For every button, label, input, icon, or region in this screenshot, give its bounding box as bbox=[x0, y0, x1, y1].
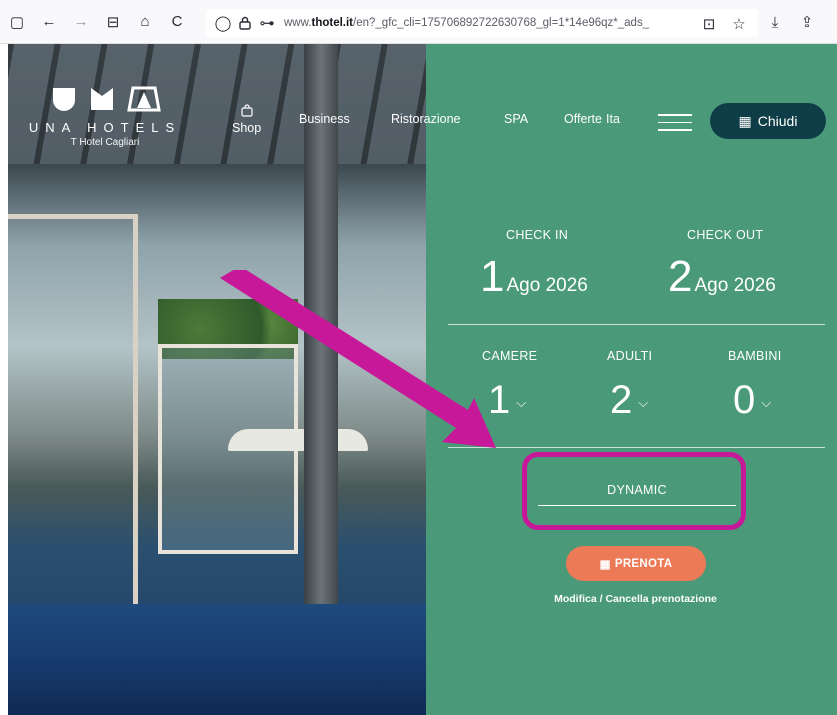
chevron-down-icon: ⌵ bbox=[516, 395, 527, 410]
logo-name: UNA HOTELS bbox=[28, 120, 182, 135]
una-logo-icon bbox=[53, 86, 161, 112]
permissions-icon[interactable]: ⊶ bbox=[256, 12, 278, 34]
check-out-day: 2 bbox=[668, 252, 693, 301]
reader-view-icon[interactable]: ⊟ bbox=[102, 11, 124, 33]
divider-guests bbox=[448, 447, 825, 448]
rooms-value: 1 bbox=[488, 378, 511, 422]
rooms-label: CAMERE bbox=[482, 349, 538, 363]
check-in-date[interactable]: 1 Ago 2026 bbox=[480, 255, 588, 299]
hotel-logo[interactable]: UNA HOTELS T Hotel Cagliari bbox=[20, 86, 190, 148]
nav-ristorazione[interactable]: Ristorazione bbox=[391, 112, 460, 126]
bookmark-star-icon[interactable]: ☆ bbox=[728, 13, 750, 35]
calendar-icon: ▦ bbox=[599, 558, 611, 571]
check-out-label: CHECK OUT bbox=[687, 228, 764, 242]
adults-value: 2 bbox=[610, 378, 633, 422]
close-button[interactable]: ▦ Chiudi bbox=[710, 103, 826, 139]
nav-spa[interactable]: SPA bbox=[504, 112, 528, 126]
check-in-day: 1 bbox=[480, 252, 505, 301]
nav-offerte[interactable]: Offerte bbox=[564, 112, 602, 126]
home-icon[interactable]: ⌂ bbox=[134, 11, 156, 33]
shopping-bag-icon bbox=[232, 104, 261, 120]
nav-business[interactable]: Business bbox=[299, 112, 350, 126]
share-icon[interactable]: ⇪ bbox=[796, 11, 818, 33]
chevron-down-icon: ⌵ bbox=[761, 395, 772, 410]
save-page-icon[interactable]: ⊡ bbox=[698, 13, 720, 35]
address-bar[interactable]: ◯ ⊶ www.thotel.it/en?_gfc_cli=1757068927… bbox=[206, 9, 758, 37]
check-out-month: Ago 2026 bbox=[694, 275, 776, 296]
nav-shop-label: Shop bbox=[232, 121, 262, 135]
children-select[interactable]: 0 ⌵ bbox=[733, 380, 771, 420]
hero-pillar bbox=[304, 44, 338, 604]
reload-icon[interactable]: C bbox=[166, 11, 188, 33]
sidebar-icon[interactable]: ▢ bbox=[6, 11, 28, 33]
hero-frame bbox=[8, 214, 138, 634]
url-text[interactable]: www.thotel.it/en?_gfc_cli=17570689272263… bbox=[284, 17, 684, 29]
downloads-icon[interactable]: ⤓ bbox=[764, 11, 786, 33]
annotation-highlight-box bbox=[522, 452, 746, 530]
menu-icon[interactable] bbox=[658, 114, 692, 131]
hero-pool bbox=[8, 604, 426, 715]
children-label: BAMBINI bbox=[728, 349, 782, 363]
shield-icon[interactable]: ◯ bbox=[212, 12, 234, 34]
logo-subtitle: T Hotel Cagliari bbox=[70, 137, 140, 148]
close-button-label: Chiudi bbox=[757, 113, 798, 129]
check-in-month: Ago 2026 bbox=[506, 275, 588, 296]
book-button[interactable]: ▦ PRENOTA bbox=[566, 546, 706, 581]
forward-icon[interactable]: → bbox=[70, 11, 92, 33]
check-in-label: CHECK IN bbox=[506, 228, 569, 242]
check-out-date[interactable]: 2 Ago 2026 bbox=[668, 255, 776, 299]
logo-marks bbox=[20, 86, 190, 114]
back-icon[interactable]: ← bbox=[38, 11, 60, 33]
divider-dates bbox=[448, 324, 825, 325]
lock-icon[interactable] bbox=[234, 12, 256, 34]
rooms-select[interactable]: 1 ⌵ bbox=[488, 380, 526, 420]
manage-booking-link[interactable]: Modifica / Cancella prenotazione bbox=[528, 593, 743, 605]
nav-shop[interactable]: Shop bbox=[232, 104, 261, 135]
adults-label: ADULTI bbox=[607, 349, 653, 363]
language-selector[interactable]: Ita bbox=[606, 112, 620, 126]
calendar-icon: ▦ bbox=[738, 112, 752, 129]
hero-umbrella bbox=[228, 429, 368, 451]
chevron-down-icon: ⌵ bbox=[638, 395, 649, 410]
adults-select[interactable]: 2 ⌵ bbox=[610, 380, 648, 420]
book-button-label: PRENOTA bbox=[614, 557, 673, 570]
children-value: 0 bbox=[733, 378, 756, 422]
